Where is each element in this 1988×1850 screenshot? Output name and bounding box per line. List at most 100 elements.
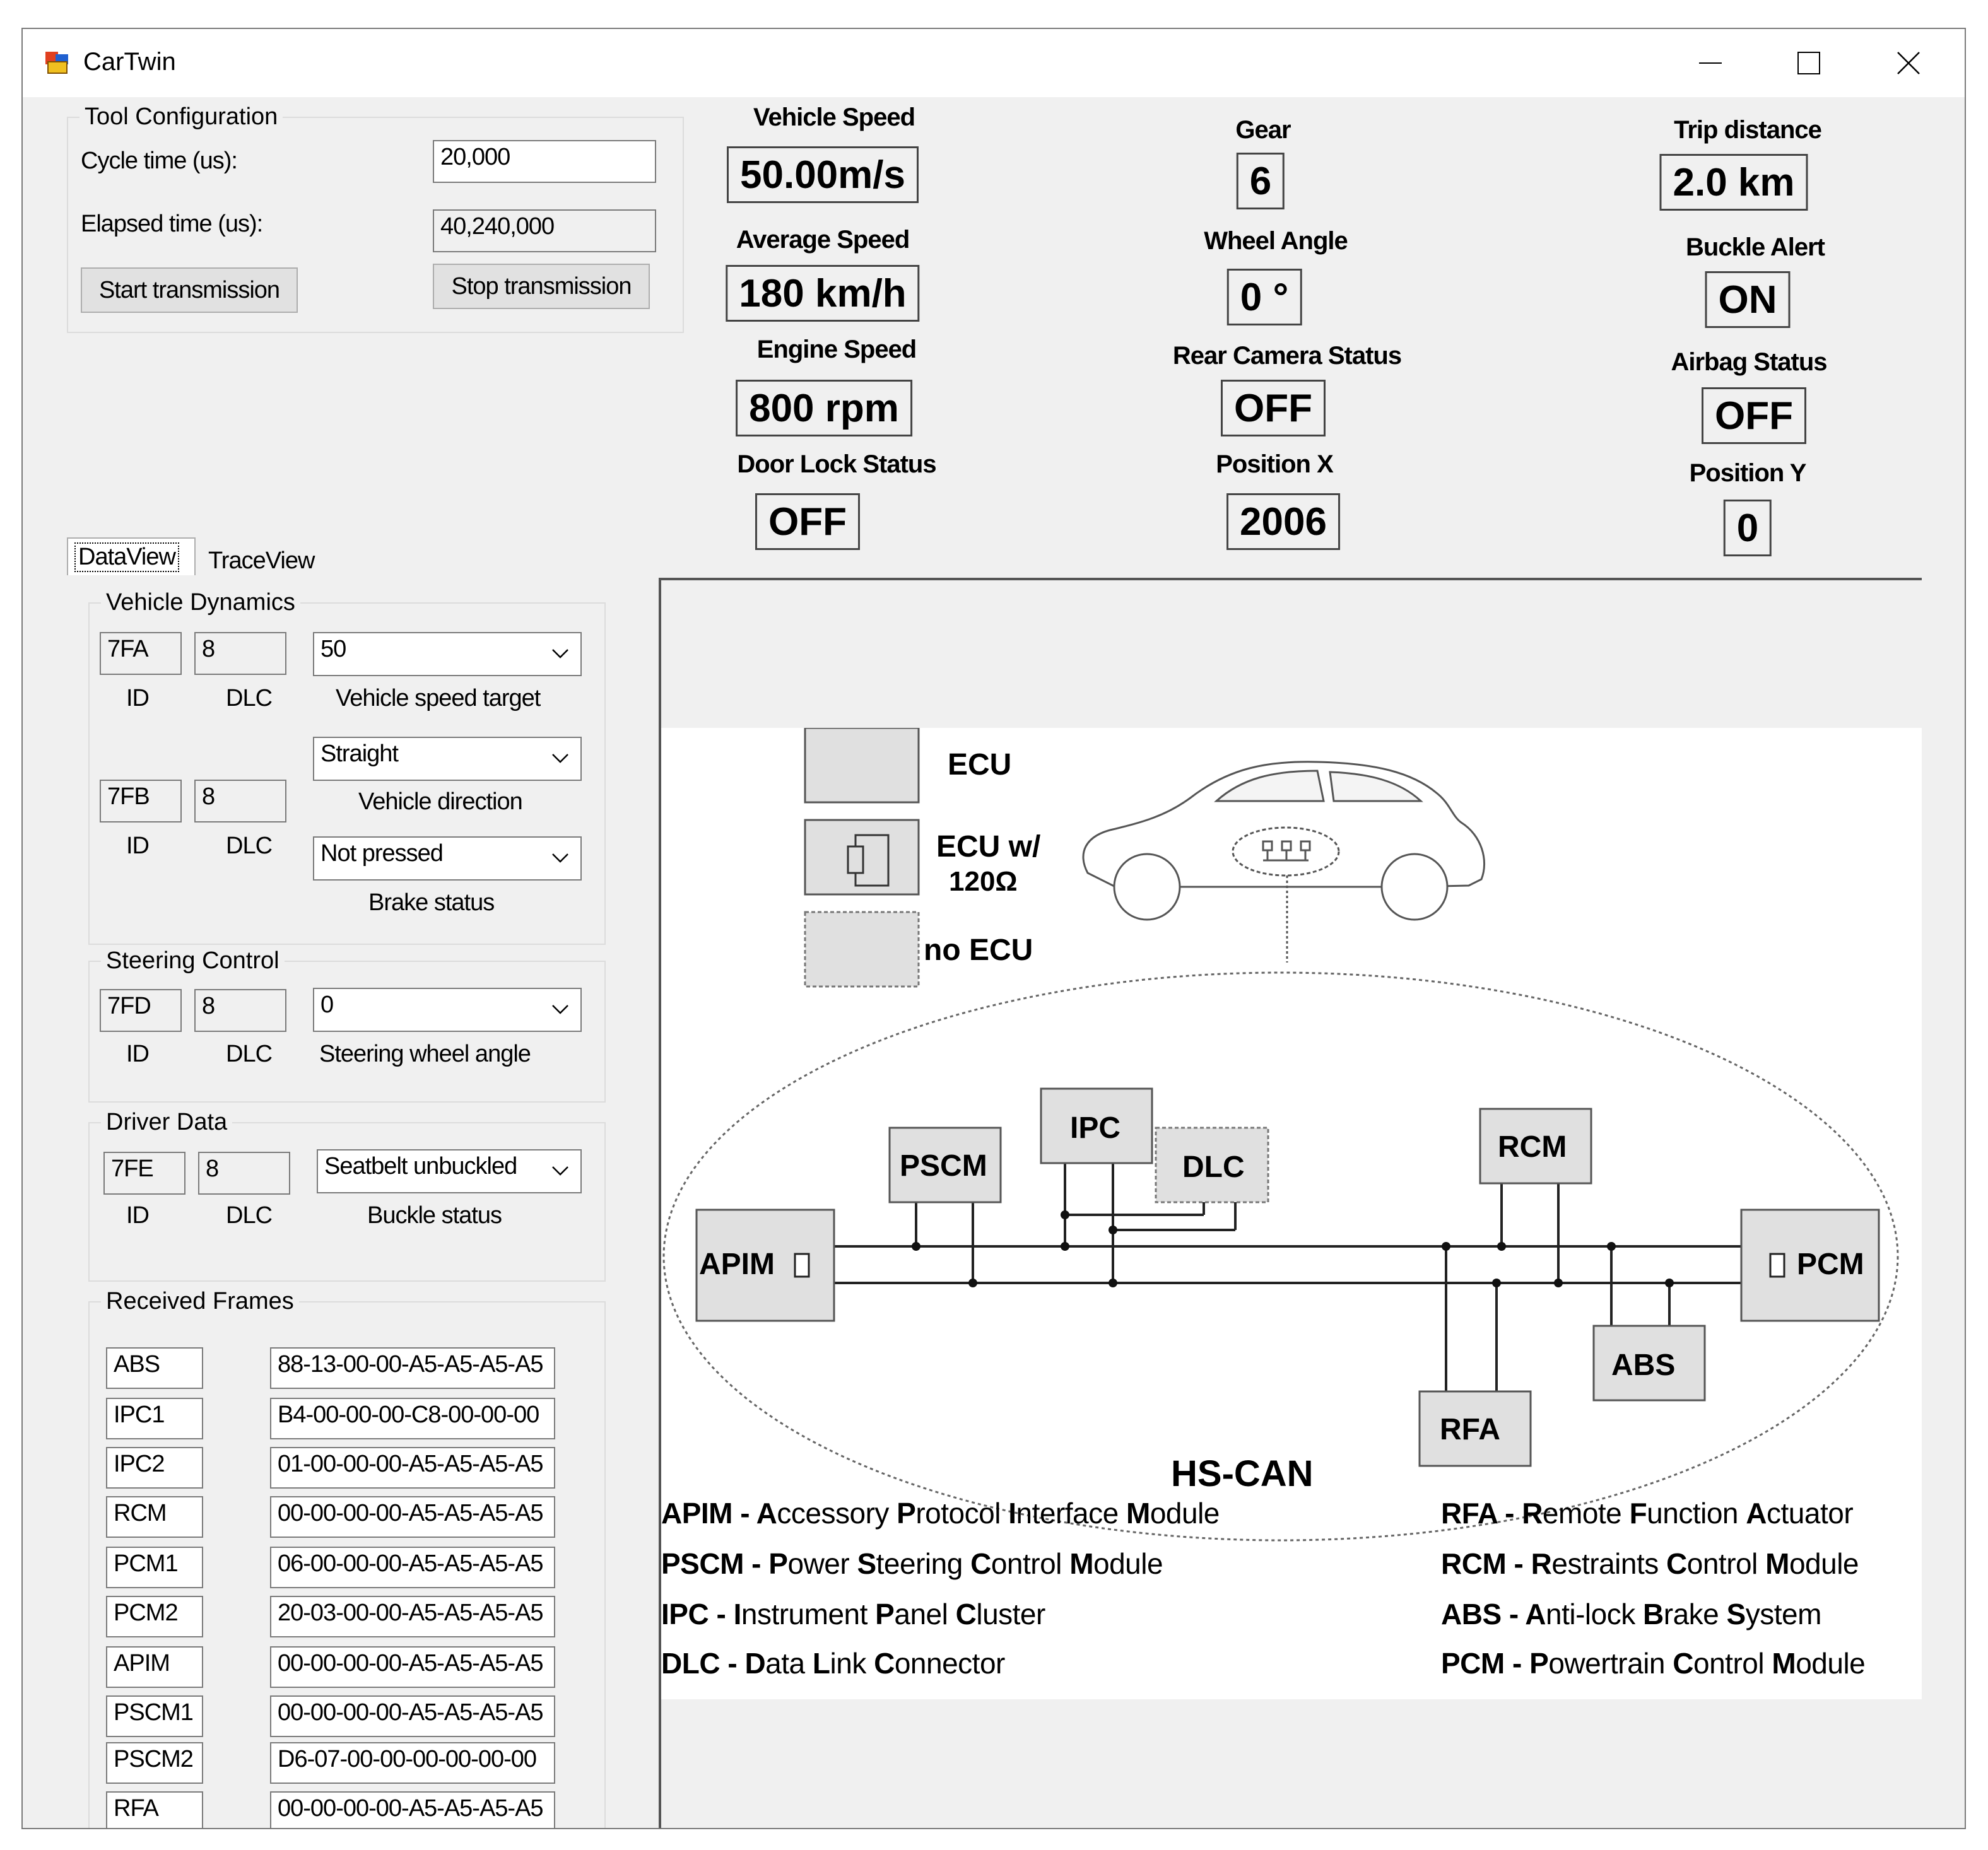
position-y-value: 0: [1723, 500, 1772, 556]
door-lock-value: OFF: [755, 493, 860, 550]
tab-traceview-label: TraceView: [208, 547, 315, 574]
car-icon: [1082, 761, 1486, 921]
engine-speed-value: 800 rpm: [736, 380, 912, 436]
vehicle-direction-label: Vehicle direction: [358, 788, 523, 815]
legend-word-rest: ower: [787, 1547, 857, 1580]
legend-initial: A: [756, 1497, 777, 1530]
key-no-ecu-label: no ECU: [924, 934, 1033, 967]
node-apim: APIM: [695, 1209, 835, 1322]
steering-wheel-angle-value: 0: [321, 992, 334, 1018]
close-icon: [1897, 52, 1920, 74]
legend-abbr: PSCM: [661, 1547, 744, 1580]
legend-right-line: RFA - Remote Function Actuator: [1441, 1497, 1854, 1530]
legend-word-rest: ystem: [1745, 1598, 1822, 1630]
close-button[interactable]: [1861, 29, 1956, 97]
vd-dlc-field-1: 8: [194, 632, 286, 675]
legend-word-rest: anel: [894, 1598, 956, 1630]
received-frames-legend: Received Frames: [106, 1288, 294, 1314]
buckle-alert-value: ON: [1705, 271, 1791, 328]
legend-abbr: IPC: [661, 1598, 709, 1630]
legend-right-line: ABS - Anti-lock Brake System: [1441, 1598, 1822, 1630]
door-lock-label: Door Lock Status: [737, 450, 936, 478]
legend-initial: F: [1629, 1497, 1647, 1530]
legend-initial: C: [970, 1547, 991, 1580]
legend-abbr: RCM: [1441, 1547, 1507, 1580]
buckle-alert-label: Buckle Alert: [1686, 233, 1825, 261]
tab-traceview[interactable]: TraceView: [197, 541, 323, 575]
key-ecu-term-label-2: 120Ω: [949, 866, 1018, 897]
legend-initial: A: [1746, 1497, 1767, 1530]
node-dlc-label: DLC: [1182, 1150, 1245, 1184]
legend-initial: C: [955, 1598, 977, 1630]
start-transmission-button[interactable]: Start transmission: [81, 267, 298, 313]
legend-word-rest: ontrol: [991, 1547, 1070, 1580]
elapsed-time-field: 40,240,000: [433, 209, 656, 252]
vehicle-speed-value: 50.00m/s: [727, 146, 919, 203]
legend-word-rest: teering: [876, 1547, 971, 1580]
cycle-time-label: Cycle time (us):: [81, 148, 238, 174]
vd-id-field-2: 7FB: [100, 780, 182, 823]
legend-word-rest: rake: [1663, 1598, 1727, 1630]
gear-label: Gear: [1235, 116, 1291, 144]
chevron-down-icon: [552, 853, 568, 863]
frame-data-field: 00-00-00-00-A5-A5-A5-A5: [270, 1496, 555, 1538]
legend-initial: M: [1069, 1547, 1094, 1580]
frame-data-field: 06-00-00-00-A5-A5-A5-A5: [270, 1547, 555, 1588]
legend-word-rest: nstrument: [741, 1598, 876, 1630]
average-speed-label: Average Speed: [736, 226, 910, 254]
buckle-status-value: Seatbelt unbuckled: [324, 1153, 517, 1180]
node-pcm: PCM: [1740, 1209, 1880, 1322]
steering-wheel-angle-select[interactable]: 0: [313, 988, 582, 1032]
vd-dlc-label-2: DLC: [226, 833, 273, 859]
frame-data-field: D6-07-00-00-00-00-00-00: [270, 1742, 555, 1784]
minimize-button[interactable]: [1663, 29, 1758, 97]
legend-abbr: PCM: [1441, 1647, 1505, 1680]
tab-dataview[interactable]: DataView: [67, 537, 196, 575]
legend-initial: R: [1522, 1497, 1543, 1530]
legend-initial: S: [857, 1547, 876, 1580]
steering-wheel-angle-label: Steering wheel angle: [319, 1041, 531, 1067]
brake-status-label: Brake status: [368, 889, 495, 916]
frame-data-field: 88-13-00-00-A5-A5-A5-A5: [270, 1347, 555, 1389]
legend-word-rest: estraints: [1551, 1547, 1667, 1580]
frame-data-field: 20-03-00-00-A5-A5-A5-A5: [270, 1596, 555, 1637]
frame-name-field: PSCM1: [106, 1695, 203, 1737]
elapsed-time-label: Elapsed time (us):: [81, 211, 263, 237]
legend-word-rest: nterface: [1016, 1497, 1126, 1530]
chevron-down-icon: [552, 754, 568, 763]
buckle-status-label: Buckle status: [367, 1202, 502, 1229]
legend-word-rest: owertrain: [1548, 1647, 1673, 1680]
buckle-status-select[interactable]: Seatbelt unbuckled: [317, 1149, 582, 1193]
legend-word-rest: ontrol: [1693, 1647, 1772, 1680]
legend-word-rest: odule: [1093, 1547, 1163, 1580]
can-bus-diagram: ECU ECU w/ 120Ω no ECU APIM PSCM IPC DLC…: [661, 727, 1922, 1699]
minimize-icon: [1699, 62, 1722, 64]
brake-status-select[interactable]: Not pressed: [313, 836, 582, 881]
legend-word-rest: ctuator: [1767, 1497, 1854, 1530]
frame-name-field: APIM: [106, 1646, 203, 1688]
vehicle-speed-label: Vehicle Speed: [753, 103, 915, 131]
vehicle-direction-select[interactable]: Straight: [313, 737, 582, 781]
vehicle-speed-target-select[interactable]: 50: [313, 632, 582, 676]
node-rfa-label: RFA: [1440, 1413, 1500, 1446]
legend-left-line: APIM - Accessory Protocol Interface Modu…: [661, 1497, 1220, 1530]
vehicle-dynamics-legend: Vehicle Dynamics: [106, 589, 295, 616]
tab-dataview-label: DataView: [74, 542, 179, 572]
frame-name-field: RFA: [106, 1791, 203, 1828]
legend-word-rest: onnector: [894, 1647, 1006, 1680]
maximize-button[interactable]: [1762, 29, 1856, 97]
legend-initial: B: [1643, 1598, 1664, 1630]
sc-id-label: ID: [126, 1041, 150, 1067]
legend-initial: M: [1126, 1497, 1150, 1530]
legend-word-rest: unction: [1647, 1497, 1746, 1530]
position-x-value: 2006: [1226, 493, 1340, 550]
node-rfa: RFA: [1418, 1390, 1532, 1467]
cycle-time-input[interactable]: 20,000: [433, 140, 656, 183]
position-x-label: Position X: [1216, 450, 1334, 478]
frame-data-field: 01-00-00-00-A5-A5-A5-A5: [270, 1447, 555, 1489]
legend-word-rest: rotocol: [915, 1497, 1009, 1530]
vehicle-direction-value: Straight: [321, 741, 399, 767]
stop-transmission-button[interactable]: Stop transmission: [433, 264, 650, 309]
app-icon: [44, 50, 69, 76]
dd-dlc-label: DLC: [226, 1202, 273, 1229]
